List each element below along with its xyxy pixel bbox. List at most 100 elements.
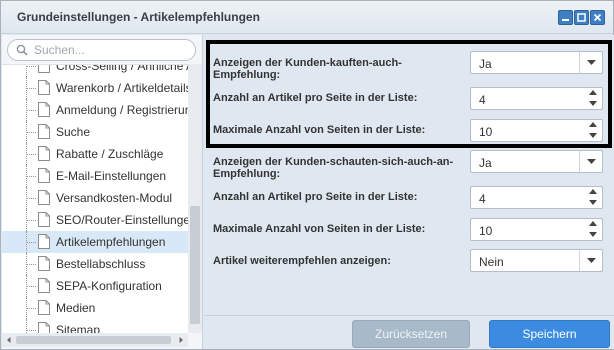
increment-button[interactable] <box>585 187 602 197</box>
arrow-up-icon <box>589 122 597 127</box>
scroll-left-icon[interactable] <box>4 335 14 345</box>
tree-item-medien[interactable]: Medien <box>2 297 188 319</box>
stepper-value: 4 <box>479 93 486 107</box>
tree-item-versandkosten[interactable]: Versandkosten-Modul <box>2 187 188 209</box>
document-icon <box>38 168 50 183</box>
tree-item-sitemap[interactable]: Sitemap <box>2 319 188 333</box>
max-seiten-stepper-2[interactable]: 10 <box>470 218 603 241</box>
settings-tree[interactable]: Cross-Selling / Ähnliche Ar Warenkorb / … <box>2 64 188 333</box>
window-title: Grundeinstellungen - Artikelempfehlungen <box>17 10 260 24</box>
increment-button[interactable] <box>585 219 602 229</box>
document-icon <box>38 190 50 205</box>
tree-item-label: Sitemap <box>56 323 101 333</box>
document-icon <box>38 146 50 161</box>
dropdown-trigger[interactable] <box>579 151 602 172</box>
increment-button[interactable] <box>585 88 602 98</box>
tree-item-seo-router[interactable]: SEO/Router-Einstellungen <box>2 209 188 231</box>
tree-horizontal-scrollbar[interactable] <box>2 333 188 347</box>
tree-item-warenkorb[interactable]: Warenkorb / Artikeldetails <box>2 77 188 99</box>
dropdown-trigger[interactable] <box>579 250 602 271</box>
arrow-down-icon <box>589 101 597 106</box>
decrement-button[interactable] <box>585 131 602 141</box>
tree-item-rabatte[interactable]: Rabatte / Zuschläge <box>2 143 188 165</box>
arrow-up-icon <box>589 221 597 226</box>
tree-item-label: Bestellabschluss <box>56 257 146 271</box>
decrement-button[interactable] <box>585 198 602 208</box>
tree-item-label: Medien <box>56 301 96 315</box>
select-value: Nein <box>479 255 504 269</box>
stepper-value: 4 <box>479 192 486 206</box>
artikel-pro-seite-stepper[interactable]: 4 <box>470 87 603 110</box>
tree-item-label: Rabatte / Zuschläge <box>56 147 164 161</box>
field-label: Anzeigen der Kunden-kauften-auch-Empfehl… <box>213 57 402 81</box>
tree-item-bestellabschluss[interactable]: Bestellabschluss <box>2 253 188 275</box>
minimize-icon <box>562 19 569 21</box>
document-icon <box>38 278 50 293</box>
search-box[interactable] <box>7 39 196 61</box>
scrollbar-thumb[interactable] <box>190 206 200 324</box>
field-label: Artikel weiterempfehlen anzeigen: <box>213 255 391 267</box>
stepper-value: 10 <box>479 125 493 139</box>
select-value: Ja <box>479 156 492 170</box>
chevron-down-icon <box>587 60 596 65</box>
select-value: Ja <box>479 57 492 71</box>
weiterempfehlen-select[interactable]: Nein <box>470 249 603 272</box>
tree-item-artikelempfehlungen[interactable]: Artikelempfehlungen <box>2 231 188 253</box>
tree-item-label: Versandkosten-Modul <box>56 191 173 205</box>
scrollbar-thumb[interactable] <box>16 336 171 344</box>
tree-vertical-scrollbar[interactable] <box>188 64 202 333</box>
tree-item-label: Suche <box>56 125 91 139</box>
settings-form: Anzeigen der Kunden-kauften-auch-Empfehl… <box>204 35 614 315</box>
tree-item-cross-selling[interactable]: Cross-Selling / Ähnliche Ar <box>2 64 188 77</box>
scroll-right-icon[interactable] <box>176 335 186 345</box>
decrement-button[interactable] <box>585 99 602 109</box>
kunden-schauten-auch-select[interactable]: Ja <box>470 150 603 173</box>
max-seiten-stepper[interactable]: 10 <box>470 119 603 142</box>
arrow-down-icon <box>589 133 597 138</box>
settings-window: Grundeinstellungen - Artikelempfehlungen… <box>0 0 614 350</box>
field-label: Maximale Anzahl von Seiten in der Liste: <box>213 223 426 235</box>
reset-button[interactable]: Zurücksetzen <box>352 320 470 348</box>
chevron-down-icon <box>587 159 596 164</box>
field-label: Maximale Anzahl von Seiten in der Liste: <box>213 124 426 136</box>
maximize-icon <box>577 13 586 22</box>
field-label: Anzahl an Artikel pro Seite in der Liste… <box>213 191 418 203</box>
tree-item-email[interactable]: E-Mail-Einstellungen <box>2 165 188 187</box>
tree-item-label: Artikelempfehlungen <box>56 235 166 249</box>
search-icon <box>16 44 28 56</box>
search-input[interactable] <box>34 42 189 58</box>
title-bar[interactable]: Grundeinstellungen - Artikelempfehlungen <box>1 1 613 34</box>
arrow-up-icon <box>589 189 597 194</box>
kunden-kauften-auch-select[interactable]: Ja <box>470 51 603 74</box>
tree-item-label: SEO/Router-Einstellungen <box>56 213 188 227</box>
document-icon <box>38 102 50 117</box>
tree-item-label: E-Mail-Einstellungen <box>56 169 167 183</box>
dropdown-trigger[interactable] <box>579 52 602 73</box>
document-icon <box>38 212 50 227</box>
chevron-down-icon <box>587 258 596 263</box>
sidebar: Cross-Selling / Ähnliche Ar Warenkorb / … <box>2 35 203 349</box>
minimize-button[interactable] <box>558 10 573 25</box>
document-icon <box>38 256 50 271</box>
field-label: Anzeigen der Kunden-schauten-sich-auch-a… <box>213 156 454 180</box>
decrement-button[interactable] <box>585 230 602 240</box>
footer-toolbar: Zurücksetzen Speichern <box>204 315 614 349</box>
tree-item-suche[interactable]: Suche <box>2 121 188 143</box>
maximize-button[interactable] <box>574 10 589 25</box>
close-button[interactable] <box>590 10 605 25</box>
document-icon <box>38 322 50 333</box>
arrow-down-icon <box>589 232 597 237</box>
tree-item-label: SEPA-Konfiguration <box>56 279 162 293</box>
arrow-up-icon <box>589 90 597 95</box>
field-label: Anzahl an Artikel pro Seite in der Liste… <box>213 92 418 104</box>
artikel-pro-seite-stepper-2[interactable]: 4 <box>470 186 603 209</box>
document-icon <box>38 80 50 95</box>
document-icon <box>38 65 50 73</box>
tree-item-label: Anmeldung / Registrierung <box>56 103 188 117</box>
save-button[interactable]: Speichern <box>489 320 610 348</box>
tree-item-label: Cross-Selling / Ähnliche Ar <box>56 64 188 73</box>
tree-item-anmeldung[interactable]: Anmeldung / Registrierung <box>2 99 188 121</box>
increment-button[interactable] <box>585 120 602 130</box>
document-icon <box>38 234 50 249</box>
tree-item-sepa[interactable]: SEPA-Konfiguration <box>2 275 188 297</box>
